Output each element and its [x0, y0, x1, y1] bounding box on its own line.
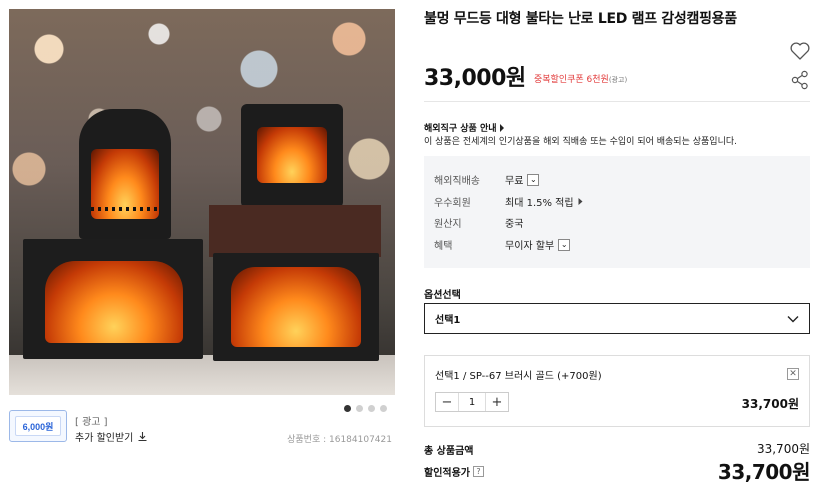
origin-value: 중국 — [505, 219, 524, 230]
info-row-benefit: 혜택 무이자 할부 ⌄ — [434, 237, 571, 252]
plus-button[interactable]: + — [486, 393, 508, 411]
selected-option-name: 선택1 / SP--67 브러시 골드 (+700원) — [435, 371, 602, 382]
carousel-dot[interactable] — [368, 405, 375, 412]
total-value: 33,700원 — [756, 442, 810, 456]
minus-button[interactable]: − — [436, 393, 458, 411]
close-icon[interactable]: ✕ — [787, 368, 799, 380]
carousel-dot[interactable] — [344, 405, 351, 412]
lantern-left-grill — [91, 207, 159, 211]
final-price-label-text: 할인적용가 — [424, 468, 470, 479]
product-image[interactable] — [9, 9, 395, 395]
heart-icon[interactable] — [789, 40, 811, 62]
option-selected-value: 선택1 — [435, 315, 461, 326]
info-key: 우수회원 — [434, 198, 471, 209]
info-key: 해외직배송 — [434, 176, 480, 187]
ad-label: [ 광고 ] — [75, 417, 108, 428]
coupon-ad-tag: (광고) — [608, 76, 628, 84]
direct-purchase-title: 해외직구 상품 안내 — [424, 124, 497, 134]
selected-option-price: 33,700원 — [741, 397, 799, 411]
direct-purchase-info-link[interactable]: 해외직구 상품 안내 — [424, 121, 505, 134]
member-points-link[interactable]: 최대 1.5% 적립 — [505, 194, 583, 209]
image-floor — [9, 355, 395, 395]
final-price-value: 33,700원 — [717, 460, 811, 484]
share-icon[interactable] — [791, 70, 809, 90]
info-row-member: 우수회원 최대 1.5% 적립 — [434, 194, 583, 209]
info-value: 무료 ⌄ — [505, 172, 540, 187]
hearth-right-fire — [231, 267, 361, 347]
final-price-label: 할인적용가 ? — [424, 464, 484, 479]
lantern-right-fire — [257, 127, 327, 183]
info-row-shipping: 해외직배송 무료 ⌄ — [434, 172, 540, 187]
extra-discount-link[interactable]: 추가 할인받기 — [75, 429, 148, 444]
download-icon — [138, 432, 147, 442]
product-title: 불멍 무드등 대형 불타는 난로 LED 램프 감성캠핑용품 — [424, 11, 737, 27]
option-select[interactable]: 선택1 — [424, 303, 810, 334]
ad-coupon-thumbnail[interactable]: 6,000원 — [9, 410, 67, 442]
info-key: 혜택 — [434, 241, 453, 252]
member-points-value: 최대 1.5% 적립 — [505, 198, 574, 209]
coupon-offer-text: 중복할인쿠폰 6천원 — [534, 75, 609, 85]
carousel-dot[interactable] — [380, 405, 387, 412]
question-icon[interactable]: ? — [473, 466, 484, 477]
info-row-origin: 원산지 중국 — [434, 215, 523, 230]
carousel-dots — [344, 405, 387, 412]
quantity-value[interactable]: 1 — [458, 393, 486, 411]
chevron-down-icon[interactable]: ⌄ — [558, 238, 571, 251]
benefit-value: 무이자 할부 — [505, 241, 555, 252]
caret-right-icon — [499, 123, 504, 132]
option-label: 옵션선택 — [424, 290, 461, 301]
direct-purchase-description: 이 상품은 전세계의 인기상품을 해외 직배송 또는 수입이 되어 배송되는 상… — [424, 137, 737, 147]
extra-discount-label: 추가 할인받기 — [75, 433, 134, 444]
hearth-left-fire — [45, 261, 183, 343]
info-key: 원산지 — [434, 219, 462, 230]
coupon-offer[interactable]: 중복할인쿠폰 6천원(광고) — [534, 72, 627, 85]
carousel-dot[interactable] — [356, 405, 363, 412]
chevron-down-icon — [787, 315, 799, 322]
ad-coupon-amount: 6,000원 — [15, 416, 61, 436]
info-value: 무이자 할부 ⌄ — [505, 237, 571, 252]
product-info-box: 해외직배송 무료 ⌄ 우수회원 최대 1.5% 적립 원산지 중국 혜택 무이자… — [424, 156, 810, 268]
product-price: 33,000원 — [424, 66, 526, 91]
shipping-value: 무료 — [505, 176, 524, 187]
quantity-stepper: − 1 + — [435, 392, 509, 412]
hearth-right-roof — [209, 205, 381, 257]
selected-option-box: 선택1 / SP--67 브러시 골드 (+700원) ✕ − 1 + 33,7… — [424, 355, 810, 427]
chevron-down-icon[interactable]: ⌄ — [527, 173, 540, 186]
product-number: 상품번호 : 16184107421 — [287, 435, 392, 445]
divider — [424, 101, 810, 102]
total-label: 총 상품금액 — [424, 446, 474, 457]
caret-right-icon — [578, 198, 583, 205]
